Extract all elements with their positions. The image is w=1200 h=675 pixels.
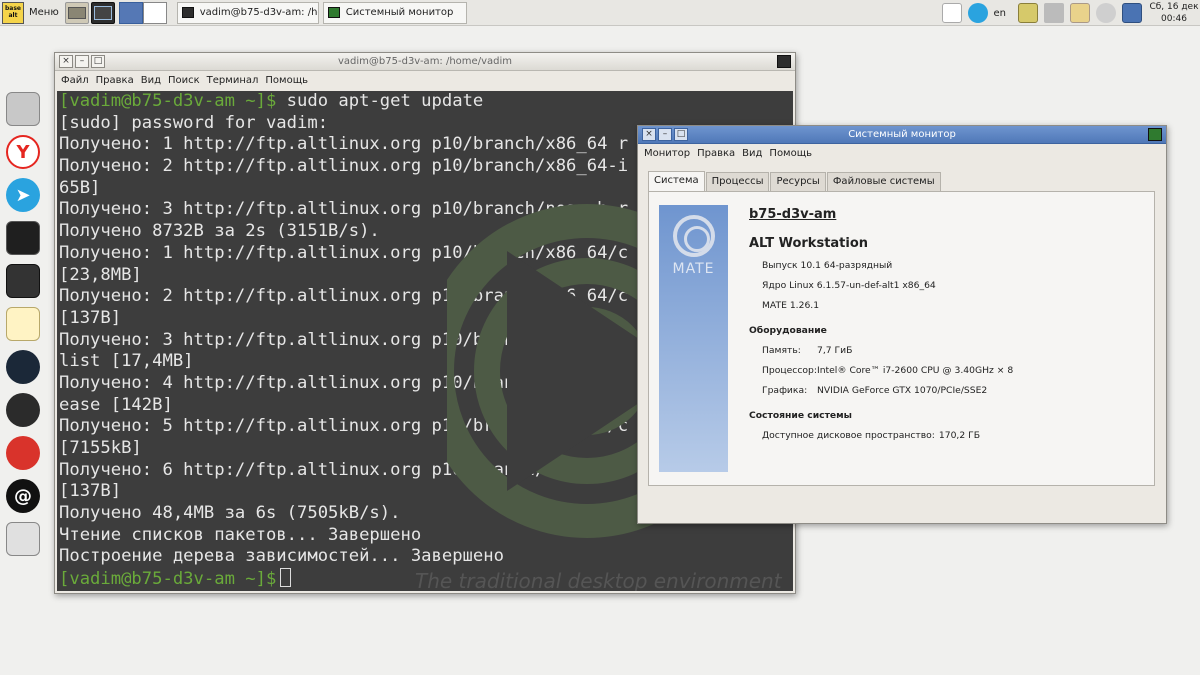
release-info: Выпуск 10.1 64-разрядный <box>762 260 893 271</box>
taskbar-item-label: vadim@b75-d3v-am: /hom... <box>199 7 318 18</box>
workspace-2[interactable] <box>142 1 167 24</box>
distro-name: ALT Workstation <box>749 236 869 251</box>
shell-prompt: [vadim@b75-d3v-am ~]$ <box>59 569 277 590</box>
workspace-1[interactable] <box>118 1 143 24</box>
calendar-icon[interactable] <box>941 3 962 23</box>
disk-label: Доступное дисковое пространство: <box>762 430 935 441</box>
minimize-icon[interactable]: – <box>658 128 672 141</box>
close-icon[interactable]: × <box>59 55 73 68</box>
top-panel: base alt Меню vadim@b75-d3v-am: /hom... … <box>0 0 1200 26</box>
yandex-browser-icon[interactable]: Y <box>6 135 40 169</box>
telegram-icon[interactable]: ➤ <box>6 178 40 212</box>
main-menu-label: Меню <box>29 7 59 18</box>
workspace-switcher <box>118 1 167 24</box>
system-monitor-icon <box>327 7 340 18</box>
tab-system[interactable]: Система <box>648 171 705 191</box>
window-title: Системный монитор <box>848 129 956 140</box>
network-icon[interactable] <box>1122 3 1142 23</box>
desktop-watermark: The traditional desktop environment <box>415 569 782 591</box>
menu-terminal[interactable]: Терминал <box>207 75 259 86</box>
terminal-icon[interactable] <box>6 221 40 255</box>
file-manager-launcher-icon[interactable] <box>64 1 89 24</box>
taskbar-item-label: Системный монитор <box>345 7 454 18</box>
red-app-icon[interactable] <box>6 436 40 470</box>
system-monitor-menubar: Монитор Правка Вид Помощь <box>638 144 1166 162</box>
menu-help[interactable]: Помощь <box>265 75 308 86</box>
mate-logo-card: MATE <box>659 205 728 472</box>
system-status-heading: Состояние системы <box>749 410 852 421</box>
menu-view[interactable]: Вид <box>141 75 161 86</box>
obs-icon[interactable] <box>6 393 40 427</box>
close-icon[interactable]: × <box>642 128 656 141</box>
keyboard-layout-indicator[interactable]: en <box>994 8 1007 19</box>
system-info: b75-d3v-am ALT Workstation Выпуск 10.1 6… <box>749 207 1013 441</box>
clock-date: Сб, 16 дек <box>1149 2 1199 12</box>
command-text: sudo apt-get update <box>276 91 484 111</box>
app-tiles-icon[interactable] <box>6 264 40 298</box>
kernel-info: Ядро Linux 6.1.57-un-def-alt1 x86_64 <box>762 280 936 291</box>
steam-icon[interactable] <box>6 350 40 384</box>
dock: Y ➤ @ <box>6 92 44 565</box>
terminal-launcher-icon[interactable] <box>90 1 115 24</box>
shell-prompt: [vadim@b75-d3v-am ~]$ <box>59 91 277 111</box>
at-app-icon[interactable]: @ <box>6 479 40 513</box>
volume-icon[interactable] <box>1044 3 1064 23</box>
memory-row: Память: 7,7 ГиБ <box>762 345 1013 356</box>
system-monitor-window: × – □ Системный монитор Монитор Правка В… <box>637 125 1167 524</box>
gpu-row: Графика: NVIDIA GeForce GTX 1070/PCIe/SS… <box>762 385 1013 396</box>
memory-value: 7,7 ГиБ <box>817 345 853 356</box>
disk-value: 170,2 ГБ <box>938 430 981 441</box>
main-menu-button[interactable]: base alt Меню <box>0 0 63 26</box>
clock[interactable]: Сб, 16 дек 00:46 <box>1148 1 1200 25</box>
clipboard-icon[interactable] <box>1070 3 1090 23</box>
telegram-tray-icon[interactable] <box>967 3 988 23</box>
hardware-heading: Оборудование <box>749 325 827 336</box>
package-installer-icon[interactable] <box>6 522 40 556</box>
menu-help[interactable]: Помощь <box>769 148 812 159</box>
system-monitor-icon <box>1148 128 1162 141</box>
alt-logo-icon: base alt <box>2 1 24 24</box>
mate-logo-icon <box>673 215 715 257</box>
menu-edit[interactable]: Правка <box>96 75 134 86</box>
gpu-value: NVIDIA GeForce GTX 1070/PCIe/SSE2 <box>817 385 988 396</box>
system-tab-panel: MATE b75-d3v-am ALT Workstation Выпуск 1… <box>648 191 1155 486</box>
hostname: b75-d3v-am <box>749 207 837 222</box>
cpu-row: Процессор: Intel® Core™ i7-2600 CPU @ 3.… <box>762 365 1013 376</box>
updates-icon[interactable] <box>1096 3 1116 23</box>
menu-view[interactable]: Вид <box>742 148 762 159</box>
window-title: vadim@b75-d3v-am: /home/vadim <box>338 56 512 67</box>
mate-logo-label: MATE <box>672 261 715 277</box>
menu-monitor[interactable]: Монитор <box>644 148 690 159</box>
tab-resources[interactable]: Ресурсы <box>770 172 826 191</box>
terminal-menubar: Файл Правка Вид Поиск Терминал Помощь <box>55 71 795 89</box>
gpu-label: Графика: <box>762 385 808 396</box>
taskbar-item-system-monitor[interactable]: Системный монитор <box>322 1 467 24</box>
memory-label: Память: <box>762 345 801 356</box>
maximize-icon[interactable]: □ <box>91 55 105 68</box>
disk-row: Доступное дисковое пространство: 170,2 Г… <box>762 430 1013 441</box>
menu-search[interactable]: Поиск <box>168 75 200 86</box>
taskbar-item-terminal[interactable]: vadim@b75-d3v-am: /hom... <box>176 1 319 24</box>
text-cursor <box>280 568 292 588</box>
system-monitor-titlebar[interactable]: × – □ Системный монитор <box>638 126 1166 144</box>
maximize-icon[interactable]: □ <box>674 128 688 141</box>
cpu-value: Intel® Core™ i7-2600 CPU @ 3.40GHz × 8 <box>817 365 1014 376</box>
menu-file[interactable]: Файл <box>61 75 89 86</box>
minimize-icon[interactable]: – <box>75 55 89 68</box>
terminal-icon <box>181 7 194 18</box>
tab-file-systems[interactable]: Файловые системы <box>826 172 941 191</box>
tab-processes[interactable]: Процессы <box>705 172 770 191</box>
terminal-titlebar[interactable]: × – □ vadim@b75-d3v-am: /home/vadim <box>55 53 795 71</box>
file-manager-icon[interactable] <box>6 92 40 126</box>
terminal-icon <box>777 55 791 68</box>
screenshot-icon[interactable] <box>1018 3 1038 23</box>
text-editor-icon[interactable] <box>6 307 40 341</box>
menu-edit[interactable]: Правка <box>697 148 735 159</box>
clock-time: 00:46 <box>1161 14 1187 24</box>
cpu-label: Процессор: <box>762 365 817 376</box>
tab-bar: Система Процессы Ресурсы Файловые систем… <box>648 171 942 191</box>
system-tray: en Сб, 16 дек 00:46 <box>936 0 1200 26</box>
mate-version: MATE 1.26.1 <box>762 300 820 311</box>
